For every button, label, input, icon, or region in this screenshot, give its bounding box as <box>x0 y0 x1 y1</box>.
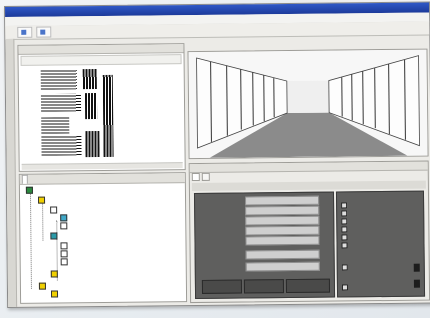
field-input[interactable] <box>245 215 320 226</box>
properties-tab-1[interactable] <box>191 172 200 182</box>
rack-diagram-2[interactable] <box>82 69 97 90</box>
rack-diagram-3[interactable] <box>40 93 82 112</box>
option-slider[interactable] <box>413 279 420 288</box>
option-checkbox[interactable] <box>341 264 350 271</box>
rack-diagram-7[interactable] <box>85 131 100 158</box>
properties-action-button-3[interactable] <box>285 278 331 294</box>
checkbox-icon <box>341 234 348 241</box>
checkbox-icon <box>341 264 348 271</box>
tree-tab-1[interactable] <box>21 174 28 184</box>
3d-aisle-view[interactable] <box>187 48 429 160</box>
properties-tabs <box>191 172 210 182</box>
tree-node[interactable] <box>38 282 48 290</box>
option-slider[interactable] <box>413 263 420 272</box>
tree-node[interactable] <box>60 242 69 250</box>
equipment-tree-panel <box>18 172 188 304</box>
rack-diagram-8[interactable] <box>102 74 114 157</box>
tree-node-icon <box>50 270 58 278</box>
rack-diagram-6[interactable] <box>41 135 82 156</box>
rack-diagram-5[interactable] <box>41 117 70 134</box>
option-checkbox[interactable] <box>341 226 349 233</box>
tree-node-icon <box>50 232 58 240</box>
tree-node-icon <box>60 222 68 230</box>
field-input[interactable] <box>245 225 320 236</box>
tree-node-icon <box>50 290 59 298</box>
tree-node[interactable] <box>50 206 59 214</box>
side-dock-strip[interactable] <box>5 38 18 307</box>
toolbar <box>5 21 430 40</box>
rack-elevation-panel <box>17 43 186 172</box>
tree-node-icon <box>60 258 68 266</box>
rack-diagram-1[interactable] <box>40 69 77 90</box>
tree-node-icon <box>60 214 68 222</box>
checkbox-icon <box>341 284 348 291</box>
tree-node[interactable] <box>37 196 47 204</box>
tree-node-icon <box>37 196 46 204</box>
rack-diagram-4[interactable] <box>84 93 98 120</box>
option-checkbox[interactable] <box>341 210 349 217</box>
properties-options <box>335 190 426 298</box>
tree-node[interactable] <box>50 232 59 240</box>
properties-subheader <box>191 180 426 192</box>
tree-node-icon <box>60 242 68 250</box>
3d-aisle-render <box>188 49 428 159</box>
field-input[interactable] <box>245 235 320 246</box>
option-checkbox[interactable] <box>341 234 349 241</box>
tree-node[interactable] <box>25 186 35 194</box>
field-input[interactable] <box>245 195 320 206</box>
tree-node-selected[interactable] <box>60 214 70 222</box>
elevation-toolbar <box>20 54 182 66</box>
toolbar-button-2[interactable] <box>36 26 52 38</box>
tree-node[interactable] <box>60 222 69 230</box>
properties-tab-2[interactable] <box>201 172 210 181</box>
properties-panel <box>188 160 430 304</box>
toolbar-button-1[interactable] <box>17 26 33 38</box>
tree-tab-3[interactable] <box>36 175 40 184</box>
tree-node-icon <box>50 206 58 214</box>
tree-tab-2[interactable] <box>30 175 34 184</box>
properties-action-button-1[interactable] <box>201 279 243 294</box>
checkbox-icon <box>341 242 348 249</box>
tree-node[interactable] <box>50 270 60 278</box>
checkbox-icon <box>341 202 348 209</box>
checkbox-icon <box>341 210 348 217</box>
option-checkbox[interactable] <box>341 218 349 225</box>
toolbar-view-icon <box>40 29 46 35</box>
properties-action-button-2[interactable] <box>243 279 285 294</box>
rack-elevation-header <box>18 44 184 55</box>
tree-node-icon <box>60 250 68 258</box>
field-input[interactable] <box>245 249 320 260</box>
option-checkbox[interactable] <box>341 202 349 209</box>
properties-form <box>193 191 336 300</box>
application-window <box>4 1 430 308</box>
field-input[interactable] <box>245 261 320 272</box>
toolbar-home-icon <box>21 29 27 35</box>
tree-node[interactable] <box>60 250 70 258</box>
tree-node[interactable] <box>50 290 60 298</box>
tree-node-icon <box>25 186 33 194</box>
field-input[interactable] <box>245 205 320 216</box>
tree-connector <box>29 188 32 289</box>
elevation-scrollbar[interactable] <box>21 162 183 170</box>
tree-tabs <box>19 173 185 185</box>
tree-node-icon <box>38 282 46 290</box>
properties-header <box>189 161 428 174</box>
option-checkbox[interactable] <box>341 242 349 249</box>
tree-connector <box>42 200 44 241</box>
tree-node[interactable] <box>60 258 70 266</box>
checkbox-icon <box>341 218 348 225</box>
checkbox-icon <box>341 226 348 233</box>
option-checkbox[interactable] <box>341 284 350 291</box>
